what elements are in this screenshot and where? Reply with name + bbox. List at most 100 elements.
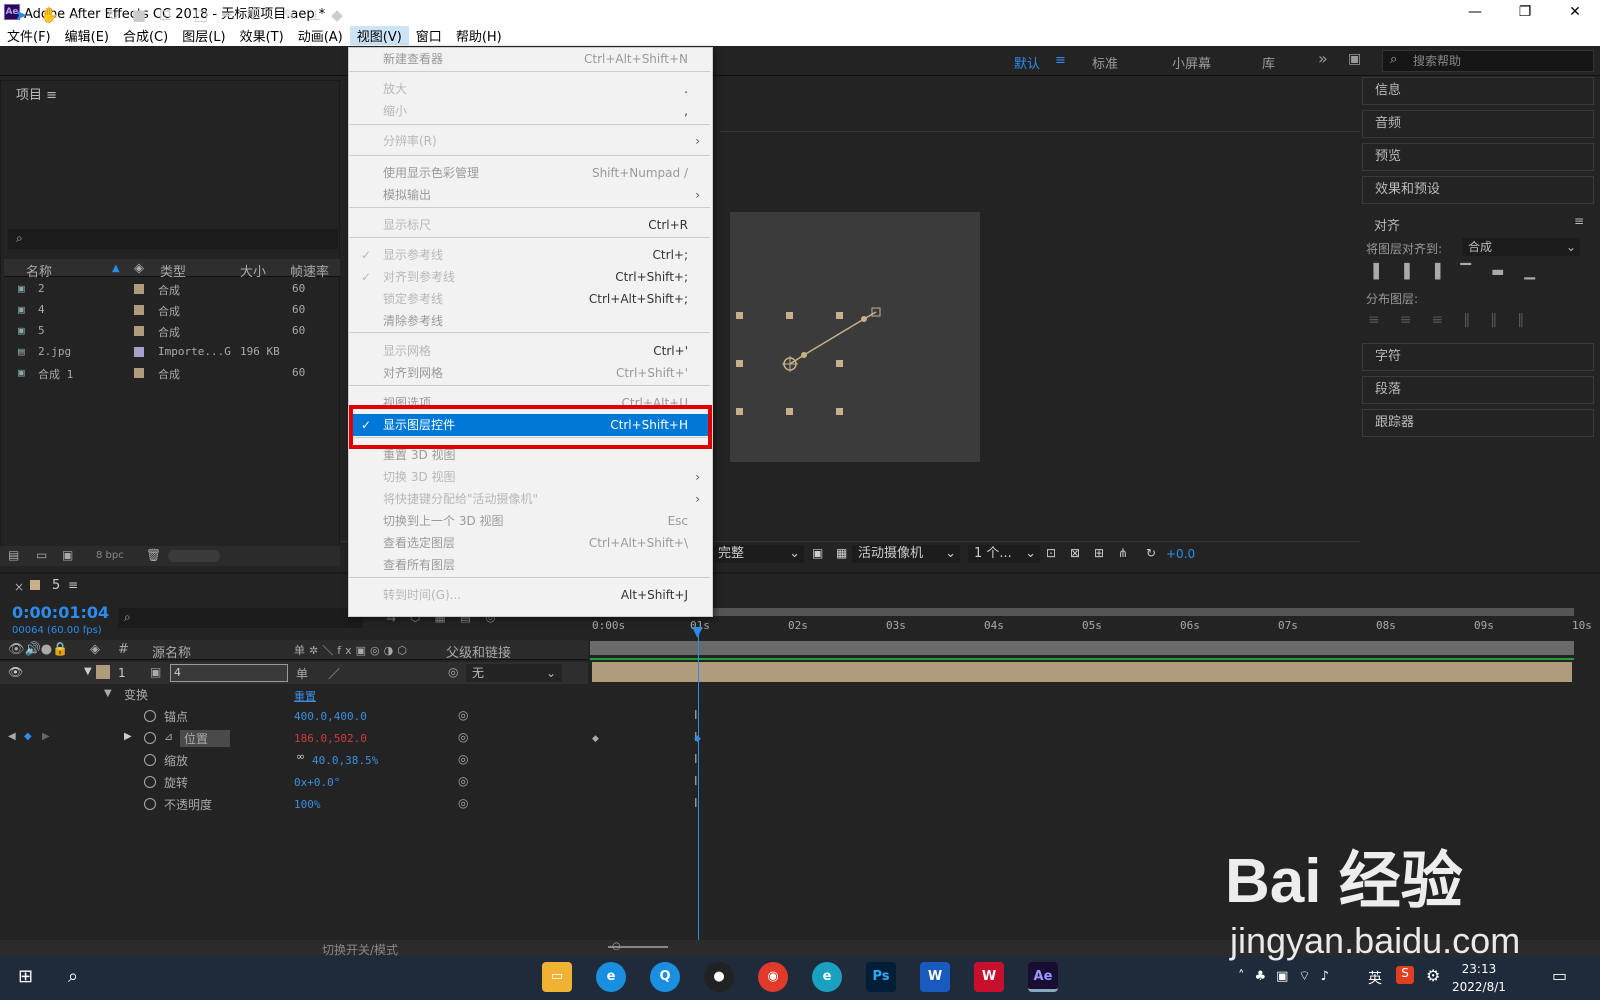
file-explorer-icon[interactable]: ▭ <box>542 962 572 992</box>
current-time-display[interactable]: 0:00:01:04 <box>12 603 109 622</box>
photoshop-icon[interactable]: Ps <box>866 962 896 992</box>
thumbnail-slider[interactable] <box>168 550 220 562</box>
visibility-eye-icon[interactable]: 👁 <box>8 665 23 679</box>
view-menu-item[interactable]: 切换 3D 视图 › <box>349 466 710 488</box>
view-menu-item[interactable]: 转到时间(G)... Alt+Shift+J <box>349 584 710 606</box>
eraser-tool-icon[interactable]: ◆ <box>328 6 346 24</box>
hand-tool-icon[interactable]: ✋ <box>40 6 59 24</box>
expression-pickwhip-icon[interactable]: ◎ <box>458 730 468 744</box>
brush-tool-icon[interactable]: ✎ <box>280 6 298 24</box>
text-tool-icon[interactable]: T <box>244 6 262 24</box>
current-time-indicator[interactable] <box>698 628 699 940</box>
view-menu-item[interactable]: ✓ 显示参考线 Ctrl+; <box>349 244 710 266</box>
col-parent-link[interactable]: 父级和链接 <box>446 642 511 661</box>
sogou-ime-icon[interactable]: S <box>1396 966 1414 984</box>
expand-twirl-icon[interactable]: ▼ <box>84 666 92 677</box>
playhead-handle-icon[interactable]: ▼ <box>692 624 703 640</box>
view-menu-item[interactable]: 分辨率(R) › <box>349 130 710 152</box>
zoom-slider-knob-icon[interactable]: ○ <box>612 941 621 952</box>
view-menu-item[interactable]: 缩小, <box>349 100 710 122</box>
transform-twirl-icon[interactable]: ▼ <box>104 688 112 699</box>
effects-presets-panel-tab[interactable]: 效果和预设 <box>1362 176 1594 204</box>
after-effects-icon[interactable]: Ae <box>1028 962 1058 992</box>
selection-tool-icon[interactable]: ➤ <box>12 6 30 24</box>
menu-composition[interactable]: 合成(C) <box>116 26 175 45</box>
trash-icon[interactable]: 🗑 <box>146 548 161 562</box>
project-item-row[interactable]: ▣ 5 合成 60 <box>4 321 340 341</box>
pan-behind-tool-icon[interactable]: ⊡ <box>156 6 174 24</box>
expression-pickwhip-icon[interactable]: ◎ <box>458 796 468 810</box>
label-color-swatch[interactable] <box>134 284 144 294</box>
project-item-row[interactable]: ▤ 2.jpg Importe...G 196 KB <box>4 342 340 362</box>
views-select[interactable]: 1 个... ⌄ <box>968 545 1040 563</box>
workspace-toggle-icon[interactable]: ▣ <box>1348 51 1361 67</box>
search-help-input[interactable]: 搜索帮助 <box>1382 50 1594 72</box>
interpret-footage-icon[interactable]: ▤ <box>8 548 19 562</box>
layer-controls-overlay[interactable] <box>730 212 980 462</box>
system-tray-icons[interactable]: ˄♣▣⌔♪ <box>1238 968 1339 984</box>
label-tag-icon[interactable]: ◈ <box>90 642 100 657</box>
property-value[interactable]: 400.0,400.0 <box>294 710 367 723</box>
flowchart-icon[interactable]: ⋔ <box>1118 546 1128 560</box>
character-panel-tab[interactable]: 字符 <box>1362 343 1594 371</box>
menu-window[interactable]: 窗口 <box>409 26 449 45</box>
label-color-swatch[interactable] <box>134 368 144 378</box>
add-keyframe-icon[interactable]: ◆ <box>24 731 32 742</box>
clone-stamp-tool-icon[interactable]: ⊥ <box>306 6 324 24</box>
stopwatch-icon[interactable] <box>144 776 156 788</box>
project-search-input[interactable]: ⌕ <box>8 229 338 249</box>
rotate-tool-icon[interactable]: ↻ <box>104 6 122 24</box>
property-twirl-icon[interactable]: ▶ <box>124 731 132 742</box>
workspace-standard[interactable]: 标准 <box>1092 53 1118 72</box>
work-area-bar[interactable] <box>590 641 1574 655</box>
panel-menu-icon[interactable]: ≡ <box>1574 214 1584 228</box>
project-item-row[interactable]: ▣ 2 合成 60 <box>4 279 340 299</box>
transform-reset-link[interactable]: 重置 <box>294 688 316 704</box>
pickwhip-icon[interactable]: ◎ <box>448 665 458 679</box>
label-tag-icon[interactable]: ◈ <box>134 261 144 276</box>
next-keyframe-icon[interactable]: ▶ <box>42 731 50 742</box>
layer-label-color[interactable] <box>96 665 110 679</box>
parent-select[interactable]: 无 ⌄ <box>466 664 562 682</box>
layer-duration-bar[interactable] <box>592 662 1572 682</box>
pen-tool-icon[interactable]: ✒ <box>218 6 236 24</box>
col-name[interactable]: 名称 <box>26 261 52 280</box>
timeline-search-input[interactable]: ⌕ <box>118 608 363 628</box>
qq-penguin-icon[interactable]: ● <box>704 962 734 992</box>
graph-editor-icon[interactable]: ⊿ <box>164 730 173 743</box>
close-button[interactable]: ✕ <box>1550 0 1600 24</box>
property-value[interactable]: 186.0,502.0 <box>294 732 367 745</box>
switches-icons[interactable]: 单✲＼fx▣◎◑⬡ <box>294 642 411 658</box>
keyframe-icon[interactable]: ◆ <box>592 734 599 744</box>
toggle-view-icon[interactable]: ⊡ <box>1046 546 1056 560</box>
col-source-name[interactable]: 源名称 <box>152 642 191 661</box>
col-size[interactable]: 大小 <box>240 261 266 280</box>
menu-view[interactable]: 视图(V) <box>349 25 409 45</box>
stopwatch-icon[interactable] <box>144 754 156 766</box>
stopwatch-icon[interactable] <box>144 732 156 744</box>
maximize-button[interactable]: ❐ <box>1500 0 1550 24</box>
project-item-row[interactable]: ▣ 合成 1 合成 60 <box>4 363 340 383</box>
word-icon[interactable]: W <box>920 962 950 992</box>
label-color-swatch[interactable] <box>134 326 144 336</box>
workspace-menu-icon[interactable]: ≡ <box>1055 53 1066 68</box>
wps-icon[interactable]: W <box>974 962 1004 992</box>
expression-pickwhip-icon[interactable]: ◎ <box>458 708 468 722</box>
menu-edit[interactable]: 编辑(E) <box>58 26 116 45</box>
align-buttons[interactable]: ▐▐▐▔▬▁ <box>1368 264 1555 280</box>
bit-depth-label[interactable]: 8 bpc <box>96 550 124 561</box>
timeline-comp-tab[interactable]: 5 <box>52 578 60 593</box>
menu-file[interactable]: 文件(F) <box>0 26 58 45</box>
settings-gear-icon[interactable]: ⚙ <box>1426 966 1440 985</box>
menu-animation[interactable]: 动画(A) <box>291 26 350 45</box>
system-clock[interactable]: 23:13 2022/8/1 <box>1452 960 1506 996</box>
input-language[interactable]: 英 <box>1368 968 1382 988</box>
time-navigator-bar[interactable] <box>590 608 1574 616</box>
workspace-more-icon[interactable]: » <box>1318 49 1328 68</box>
property-value[interactable]: 0x+0.0° <box>294 776 340 789</box>
panel-menu-icon[interactable]: ≡ <box>68 578 78 592</box>
fast-preview-icon[interactable]: ⊠ <box>1070 546 1080 560</box>
project-item-row[interactable]: ▣ 4 合成 60 <box>4 300 340 320</box>
region-of-interest-icon[interactable]: ▣ <box>812 546 823 560</box>
workspace-library[interactable]: 库 <box>1262 53 1275 72</box>
